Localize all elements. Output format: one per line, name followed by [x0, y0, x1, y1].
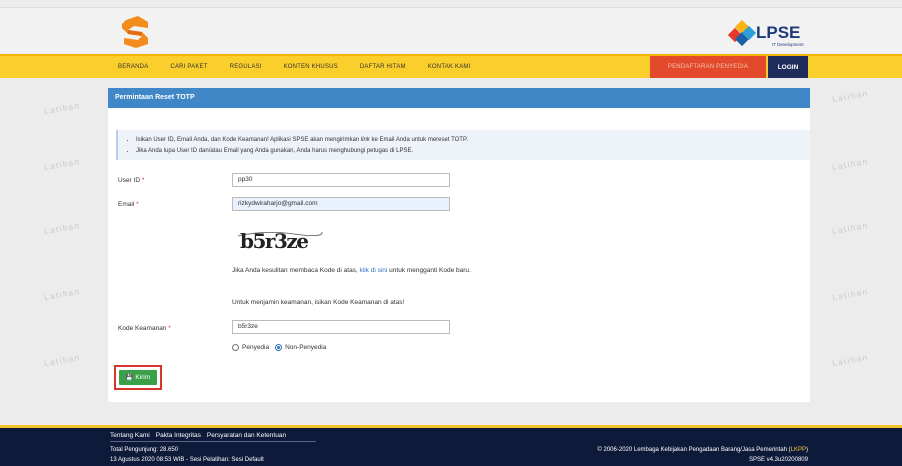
radio-non-penyedia-label[interactable]: Non-Penyedia [285, 344, 326, 351]
info-item: Isikan User ID, Email Anda, dan Kode Kea… [136, 135, 810, 146]
panel-title: Permintaan Reset TOTP [108, 88, 810, 108]
submit-label: Kirim [135, 374, 151, 381]
visitor-count: Total Pengunjung: 28.650 [110, 447, 179, 453]
captcha-text: b5r3ze [240, 229, 308, 253]
info-text-link-word: link [360, 137, 370, 143]
watermark-text: Latihan [43, 352, 82, 369]
radio-penyedia[interactable] [232, 344, 239, 351]
main-navbar: BERANDA CARI PAKET REGULASI KONTEN KHUSU… [0, 54, 902, 78]
security-note: Untuk menjamin keamanan, isikan Kode Kea… [232, 299, 405, 306]
info-box: Isikan User ID, Email Anda, dan Kode Kea… [116, 130, 810, 160]
lkpp-link[interactable]: LKPP [791, 447, 806, 453]
watermark-text: Latihan [831, 156, 870, 173]
login-button[interactable]: LOGIN [768, 56, 808, 78]
watermark-text: Latihan [43, 156, 82, 173]
footer-link-tentang-kami[interactable]: Tentang Kami [110, 432, 150, 439]
captcha-help: Jika Anda kesulitan membaca Kode di atas… [232, 267, 471, 274]
info-text: Isikan User ID, Email Anda, dan Kode Kea… [136, 137, 361, 143]
watermark-text: Latihan [831, 352, 870, 369]
spse-logo-icon[interactable] [118, 16, 152, 48]
footer-link-persyaratan[interactable]: Persyaratan dan Ketentuan [207, 432, 286, 439]
watermark-text: Latihan [43, 100, 82, 117]
footer-link-pakta-integritas[interactable]: Pakta Integritas [156, 432, 201, 439]
save-icon: 💾 [125, 375, 134, 381]
copyright: © 2006-2020 Lembaga Kebijakan Pengadaan … [597, 447, 808, 453]
version-info: SPSE v4.3u20200809 [748, 457, 808, 463]
watermark-text: Latihan [831, 88, 870, 105]
nav-item-cari-paket[interactable]: CARI PAKET [170, 64, 207, 70]
lpse-logo-icon[interactable]: LPSE IT Development [728, 16, 818, 48]
userid-label: User ID * [118, 177, 145, 184]
userid-input[interactable]: pp30 [232, 173, 450, 187]
session-info: 13 Agustus 2020 08:53 WIB - Sesi Pelatih… [110, 457, 264, 463]
nav-item-konten-khusus[interactable]: KONTEN KHUSUS [284, 64, 338, 70]
nav-item-regulasi[interactable]: REGULASI [230, 64, 262, 70]
captcha-image: b5r3ze [237, 229, 323, 253]
required-mark: * [136, 201, 139, 208]
required-mark: * [168, 325, 171, 332]
security-code-input[interactable]: b5r3ze [232, 320, 450, 334]
lpse-logo-text: LPSE [756, 23, 800, 42]
watermark-text: Latihan [43, 286, 82, 303]
watermark-text: Latihan [43, 220, 82, 237]
watermark-text: Latihan [831, 286, 870, 303]
submit-button[interactable]: 💾 Kirim [119, 370, 157, 385]
info-text: ke Email Anda untuk mereset TOTP. [369, 137, 468, 143]
email-label: Email * [118, 201, 139, 208]
nav-item-daftar-hitam[interactable]: DAFTAR HITAM [360, 64, 406, 70]
lpse-logo-subtitle: IT Development [772, 42, 804, 47]
nav-item-beranda[interactable]: BERANDA [118, 64, 148, 70]
info-item: Jika Anda lupa User ID dan/atau Email ya… [136, 146, 810, 157]
reset-totp-panel: Permintaan Reset TOTP Isikan User ID, Em… [108, 88, 810, 402]
info-text: Jika Anda lupa User ID dan/atau Email ya… [136, 148, 414, 154]
nav-item-kontak-kami[interactable]: KONTAK KAMI [428, 64, 471, 70]
required-mark: * [141, 177, 145, 184]
submit-highlight: 💾 Kirim [114, 365, 162, 390]
watermark-text: Latihan [831, 220, 870, 237]
refresh-captcha-link[interactable]: klik di sini [360, 267, 388, 274]
email-input[interactable]: rizkydwiraharjo@gmail.com [232, 197, 450, 211]
register-provider-button[interactable]: PENDAFTARAN PENYEDIA [650, 56, 766, 78]
footer: Tentang Kami Pakta Integritas Persyarata… [0, 425, 902, 466]
user-type-radio-group: Penyedia Non-Penyedia [232, 344, 332, 351]
radio-non-penyedia[interactable] [275, 344, 283, 351]
security-code-label: Kode Keamanan * [118, 325, 171, 332]
footer-divider [110, 441, 316, 442]
radio-penyedia-label[interactable]: Penyedia [242, 344, 269, 351]
